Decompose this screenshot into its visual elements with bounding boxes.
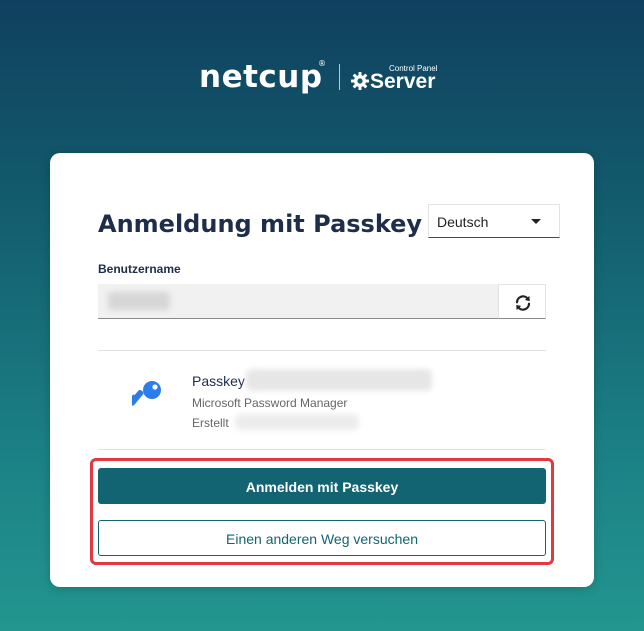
username-redacted [108, 292, 170, 310]
language-select[interactable]: Deutsch [428, 204, 560, 238]
passkey-name: Passkey [192, 373, 245, 389]
product-name: Server [370, 70, 436, 93]
logo: netcup ® Control Panel Server [0, 58, 644, 98]
username-input[interactable] [98, 284, 498, 319]
logo-divider [339, 64, 340, 90]
passkey-created-redacted [235, 414, 359, 430]
chevron-down-icon [531, 219, 541, 224]
gear-icon [351, 72, 369, 90]
divider [98, 449, 546, 450]
divider [98, 350, 546, 351]
registered-mark: ® [318, 59, 326, 68]
passkey-created: Erstellt [192, 416, 229, 430]
brand-name: netcup [199, 59, 323, 95]
language-selected: Deutsch [437, 214, 489, 230]
username-label: Benutzername [98, 262, 181, 276]
try-another-way-button[interactable]: Einen anderen Weg versuchen [98, 520, 546, 556]
passkey-provider: Microsoft Password Manager [192, 396, 348, 410]
login-card: Anmeldung mit Passkey Deutsch Benutzerna… [50, 153, 594, 587]
page-title: Anmeldung mit Passkey [98, 210, 423, 238]
signin-passkey-button[interactable]: Anmelden mit Passkey [98, 468, 546, 504]
refresh-button[interactable] [498, 284, 546, 319]
refresh-icon [515, 295, 531, 311]
passkey-name-redacted [246, 369, 432, 391]
key-icon [132, 381, 161, 406]
